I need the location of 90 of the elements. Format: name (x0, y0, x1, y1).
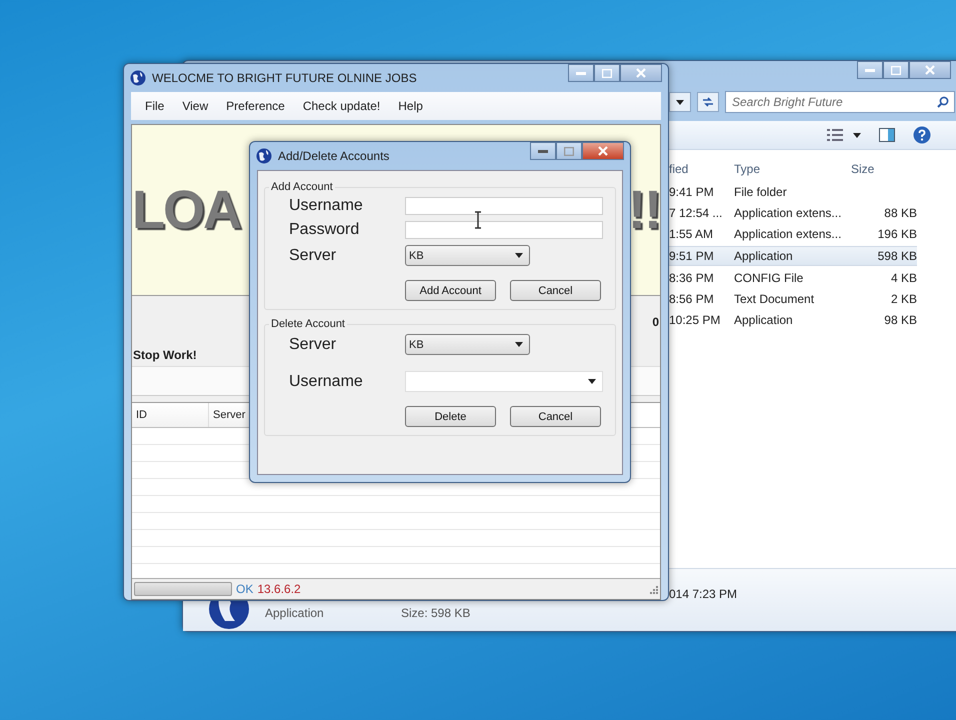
file-cell: Application (734, 246, 851, 266)
counter-text: 0 (652, 315, 659, 329)
version-text: 13.6.6.2 (257, 582, 302, 596)
password-label: Password (289, 221, 360, 239)
minimize-button[interactable] (857, 61, 883, 79)
column-header[interactable]: Type (734, 158, 851, 180)
maximize-icon (891, 66, 901, 74)
dialog-button[interactable]: Cancel (510, 406, 601, 427)
server-dropdown[interactable]: KB (405, 334, 530, 355)
menu-item[interactable]: Preference (220, 99, 297, 113)
search-field[interactable]: Search Bright Future (725, 91, 955, 113)
caret-icon (515, 253, 523, 258)
menu-item[interactable]: File (139, 99, 176, 113)
file-cell-text: 8:36 PM (669, 270, 715, 287)
help-icon[interactable] (913, 126, 931, 144)
refresh-icon (701, 96, 715, 108)
text-cursor-icon (474, 211, 482, 229)
file-cell-text: 2 KB (890, 291, 917, 308)
maximize-icon (564, 146, 574, 156)
file-size-text: Size: 598 KB (401, 606, 470, 620)
dialog-button[interactable]: Add Account (405, 280, 496, 301)
dialog-globe-icon (256, 148, 272, 164)
file-type-text: Application (265, 606, 324, 620)
banner-text: !! (628, 179, 660, 241)
file-cell-text: 1:55 AM (669, 226, 714, 243)
file-cell-text: Text Document (734, 291, 816, 308)
dialog-title: Add/Delete Accounts (278, 149, 390, 163)
server-label: Server (289, 336, 338, 354)
password-field[interactable] (405, 221, 603, 239)
file-cell-text: CONFIG File (734, 270, 804, 287)
dialog-button[interactable]: Delete (405, 406, 496, 427)
file-cell-text: 9:41 PM (669, 184, 715, 201)
file-cell-text: Application (734, 312, 794, 329)
maximize-button[interactable] (883, 61, 909, 79)
refresh-button[interactable] (697, 92, 719, 112)
close-button[interactable] (620, 64, 662, 82)
search-icon (937, 96, 949, 108)
username-label: Username (289, 372, 364, 390)
group-title: Delete Account (270, 318, 346, 330)
column-header[interactable]: fied (669, 158, 734, 180)
minimize-icon (538, 150, 548, 152)
caret-icon (515, 342, 523, 347)
column-header[interactable]: Size (851, 158, 917, 180)
date-modified-text: 014 7:23 PM (669, 587, 738, 601)
group-title: Add Account (270, 181, 334, 193)
close-icon (925, 65, 935, 75)
minimize-button[interactable] (568, 64, 594, 82)
menu-item[interactable]: Help (392, 99, 435, 113)
file-cell-text: 7 12:54 ... (669, 205, 724, 222)
file-cell-text: 8:56 PM (669, 291, 715, 308)
file-cell-text: Application extens... (734, 205, 842, 222)
app-globe-icon (130, 70, 146, 86)
view-list-icon[interactable] (827, 129, 843, 141)
maximize-button[interactable] (556, 142, 582, 160)
window-title: WELOCME TO BRIGHT FUTURE OLNINE JOBS (152, 71, 418, 85)
preview-pane-icon[interactable] (879, 128, 895, 142)
file-cell-text: 10:25 PM (669, 312, 722, 329)
column-header[interactable]: ID (132, 403, 209, 427)
close-icon (598, 146, 608, 156)
file-cell-text: 196 KB (876, 226, 917, 243)
maximize-icon (602, 68, 612, 78)
close-button[interactable] (909, 61, 951, 79)
file-cell: 598 KB (851, 246, 917, 266)
minimize-icon (576, 72, 586, 74)
file-cell-text: 4 KB (890, 270, 917, 287)
server-label: Server (289, 246, 338, 264)
server-dropdown[interactable]: KB (405, 245, 530, 266)
menu-item[interactable]: Check update! (296, 99, 392, 113)
username-label: Username (289, 197, 364, 215)
file-cell: 9:51 PM (669, 246, 734, 266)
file-cell-text: File folder (734, 184, 788, 201)
file-cell-text: 88 KB (883, 205, 917, 222)
stop-work-label: Stop Work! (133, 348, 197, 362)
menu-item[interactable]: View (176, 99, 220, 113)
maximize-button[interactable] (594, 64, 620, 82)
close-icon (636, 68, 646, 78)
caret-icon (676, 100, 684, 104)
minimize-button[interactable] (530, 142, 556, 160)
dialog-button[interactable]: Cancel (510, 280, 601, 301)
caret-icon (588, 379, 596, 384)
history-dropdown[interactable] (669, 92, 691, 112)
banner-text: LOA (132, 179, 240, 241)
minimize-icon (865, 68, 875, 72)
file-cell-text: 98 KB (883, 312, 917, 329)
username-field[interactable] (405, 197, 603, 215)
file-cell-text: Application extens... (734, 226, 842, 243)
status-text: OK (236, 582, 254, 596)
caret-icon (853, 132, 861, 138)
size-grip-icon[interactable] (649, 584, 658, 594)
close-button[interactable] (582, 142, 624, 160)
